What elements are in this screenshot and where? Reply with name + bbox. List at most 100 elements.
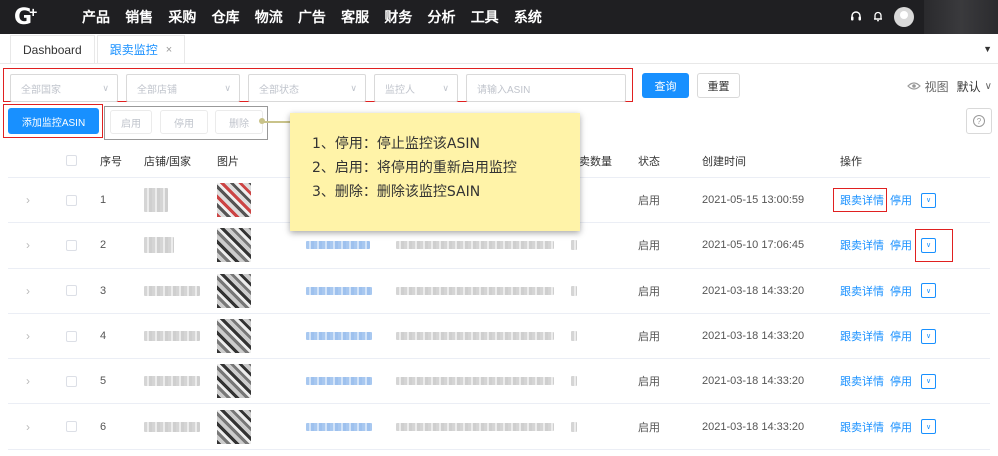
chevron-down-icon: ∨: [350, 83, 357, 93]
query-button[interactable]: 查询: [642, 73, 689, 98]
expand-icon[interactable]: ›: [26, 223, 30, 267]
table-row[interactable]: › 4 启用 2021-03-18 14:33:20 跟卖详情 停用 ∨: [8, 314, 990, 360]
close-icon[interactable]: ×: [166, 44, 172, 56]
more-highlight: [915, 229, 953, 263]
expand-icon[interactable]: ›: [26, 404, 30, 448]
row-count-blurred: [571, 269, 577, 313]
chevron-down-icon: ∨: [102, 83, 109, 93]
expand-icon[interactable]: ›: [26, 314, 30, 358]
avatar[interactable]: [894, 7, 914, 27]
row-disable-link[interactable]: 停用: [890, 269, 912, 313]
follow-detail-link[interactable]: 跟卖详情: [840, 223, 884, 267]
row-disable-link[interactable]: 停用: [890, 314, 912, 358]
row-more-button[interactable]: ∨: [921, 359, 936, 403]
monitor-select-value: 监控人: [385, 84, 415, 96]
monitor-select[interactable]: 监控人 ∨: [374, 74, 458, 102]
bell-icon[interactable]: [872, 10, 884, 25]
tab-dashboard[interactable]: Dashboard: [10, 35, 95, 63]
row-count-blurred: [571, 359, 577, 403]
reset-button-label: 重置: [707, 80, 730, 93]
headset-icon[interactable]: [850, 10, 862, 25]
menu-item-sales[interactable]: 销售: [125, 7, 168, 27]
menu-item-system[interactable]: 系统: [514, 7, 557, 27]
row-seq: 4: [100, 330, 107, 343]
follow-detail-link[interactable]: 跟卖详情: [840, 359, 884, 403]
menu-item-products[interactable]: 产品: [82, 7, 125, 27]
enable-button[interactable]: 启用: [110, 110, 152, 134]
follow-detail-link[interactable]: 跟卖详情: [840, 404, 884, 448]
logo-plus: +: [29, 4, 38, 20]
follow-detail-link[interactable]: 跟卖详情: [840, 314, 884, 358]
table-row[interactable]: › 5 启用 2021-03-18 14:33:20 跟卖详情 停用 ∨: [8, 359, 990, 405]
username-blurred[interactable]: [924, 0, 998, 34]
top-navbar: G + 产品 销售 采购 仓库 物流 广告 客服 财务 分析 工具 系统: [0, 0, 998, 34]
row-more-button[interactable]: ∨: [921, 404, 936, 448]
status-select[interactable]: 全部状态 ∨: [248, 74, 366, 102]
row-disable-link[interactable]: 停用: [890, 178, 912, 222]
disable-button-label: 停用: [174, 118, 194, 130]
row-more-button[interactable]: ∨: [921, 178, 936, 222]
menu-item-warehouse[interactable]: 仓库: [212, 7, 255, 27]
row-seq: 2: [100, 239, 107, 252]
row-created: 2021-03-18 14:33:20: [702, 330, 805, 343]
header-status: 状态: [638, 155, 660, 168]
row-more-button[interactable]: ∨: [921, 314, 936, 358]
row-disable-link[interactable]: 停用: [890, 223, 912, 267]
table-row[interactable]: › 6 启用 2021-03-18 14:33:20 跟卖详情 停用 ∨: [8, 404, 990, 450]
disable-button[interactable]: 停用: [160, 110, 208, 134]
logo[interactable]: G +: [0, 0, 60, 34]
help-button[interactable]: ?: [966, 108, 992, 134]
question-icon: ?: [973, 115, 985, 127]
row-checkbox[interactable]: [66, 269, 77, 313]
row-checkbox[interactable]: [66, 404, 77, 448]
delete-button[interactable]: 删除: [215, 110, 263, 134]
reset-button[interactable]: 重置: [697, 73, 740, 98]
row-disable-link[interactable]: 停用: [890, 359, 912, 403]
add-button-label: 添加监控ASIN: [21, 117, 86, 129]
row-shop-blurred: [144, 314, 200, 358]
menu-item-logistics[interactable]: 物流: [255, 7, 298, 27]
expand-icon[interactable]: ›: [26, 178, 30, 222]
country-select[interactable]: 全部国家 ∨: [10, 74, 118, 102]
tab-follow-monitor[interactable]: 跟卖监控 ×: [96, 35, 186, 63]
annotation-connector: [259, 118, 292, 124]
chevron-down-icon: ∨: [921, 373, 936, 389]
note-line-enable: 2、启用：将停用的重新启用监控: [312, 160, 517, 176]
row-asin-blurred: [306, 314, 372, 358]
detail-highlight: [833, 188, 887, 212]
follow-detail-link[interactable]: 跟卖详情: [840, 269, 884, 313]
product-image: [217, 178, 251, 222]
shop-select[interactable]: 全部店铺 ∨: [126, 74, 240, 102]
row-checkbox[interactable]: [66, 359, 77, 403]
row-shop-blurred: [144, 223, 174, 267]
row-asin-blurred: [306, 269, 372, 313]
chevron-down-icon: ∨: [921, 419, 936, 435]
row-checkbox[interactable]: [66, 314, 77, 358]
header-checkbox[interactable]: [66, 144, 77, 177]
table-row[interactable]: › 3 启用 2021-03-18 14:33:20 跟卖详情 停用 ∨: [8, 269, 990, 314]
menu-item-analysis[interactable]: 分析: [428, 7, 471, 27]
row-title-blurred: [396, 359, 554, 403]
row-checkbox[interactable]: [66, 178, 77, 222]
caret-down-icon[interactable]: ▼: [983, 44, 992, 54]
asin-input-placeholder: 请输入ASIN: [477, 84, 531, 96]
add-monitor-asin-button[interactable]: 添加监控ASIN: [8, 108, 99, 134]
menu-item-purchase[interactable]: 采购: [168, 7, 211, 27]
menu-item-ads[interactable]: 广告: [298, 7, 341, 27]
asin-input[interactable]: 请输入ASIN: [466, 74, 626, 102]
row-count-blurred: [571, 314, 577, 358]
chevron-down-icon: ∨: [921, 192, 936, 208]
view-selector[interactable]: 视图 默认 ∨: [906, 78, 992, 95]
menu-item-tools[interactable]: 工具: [471, 7, 514, 27]
expand-icon[interactable]: ›: [26, 359, 30, 403]
row-created: 2021-03-18 14:33:20: [702, 284, 805, 297]
expand-icon[interactable]: ›: [26, 269, 30, 313]
row-disable-link[interactable]: 停用: [890, 404, 912, 448]
row-checkbox[interactable]: [66, 223, 77, 267]
row-title-blurred: [396, 269, 554, 313]
menu-item-finance[interactable]: 财务: [384, 7, 427, 27]
menu-item-service[interactable]: 客服: [341, 7, 384, 27]
row-seq: 3: [100, 284, 107, 297]
row-more-button[interactable]: ∨: [921, 269, 936, 313]
chevron-down-icon: ∨: [224, 83, 231, 93]
